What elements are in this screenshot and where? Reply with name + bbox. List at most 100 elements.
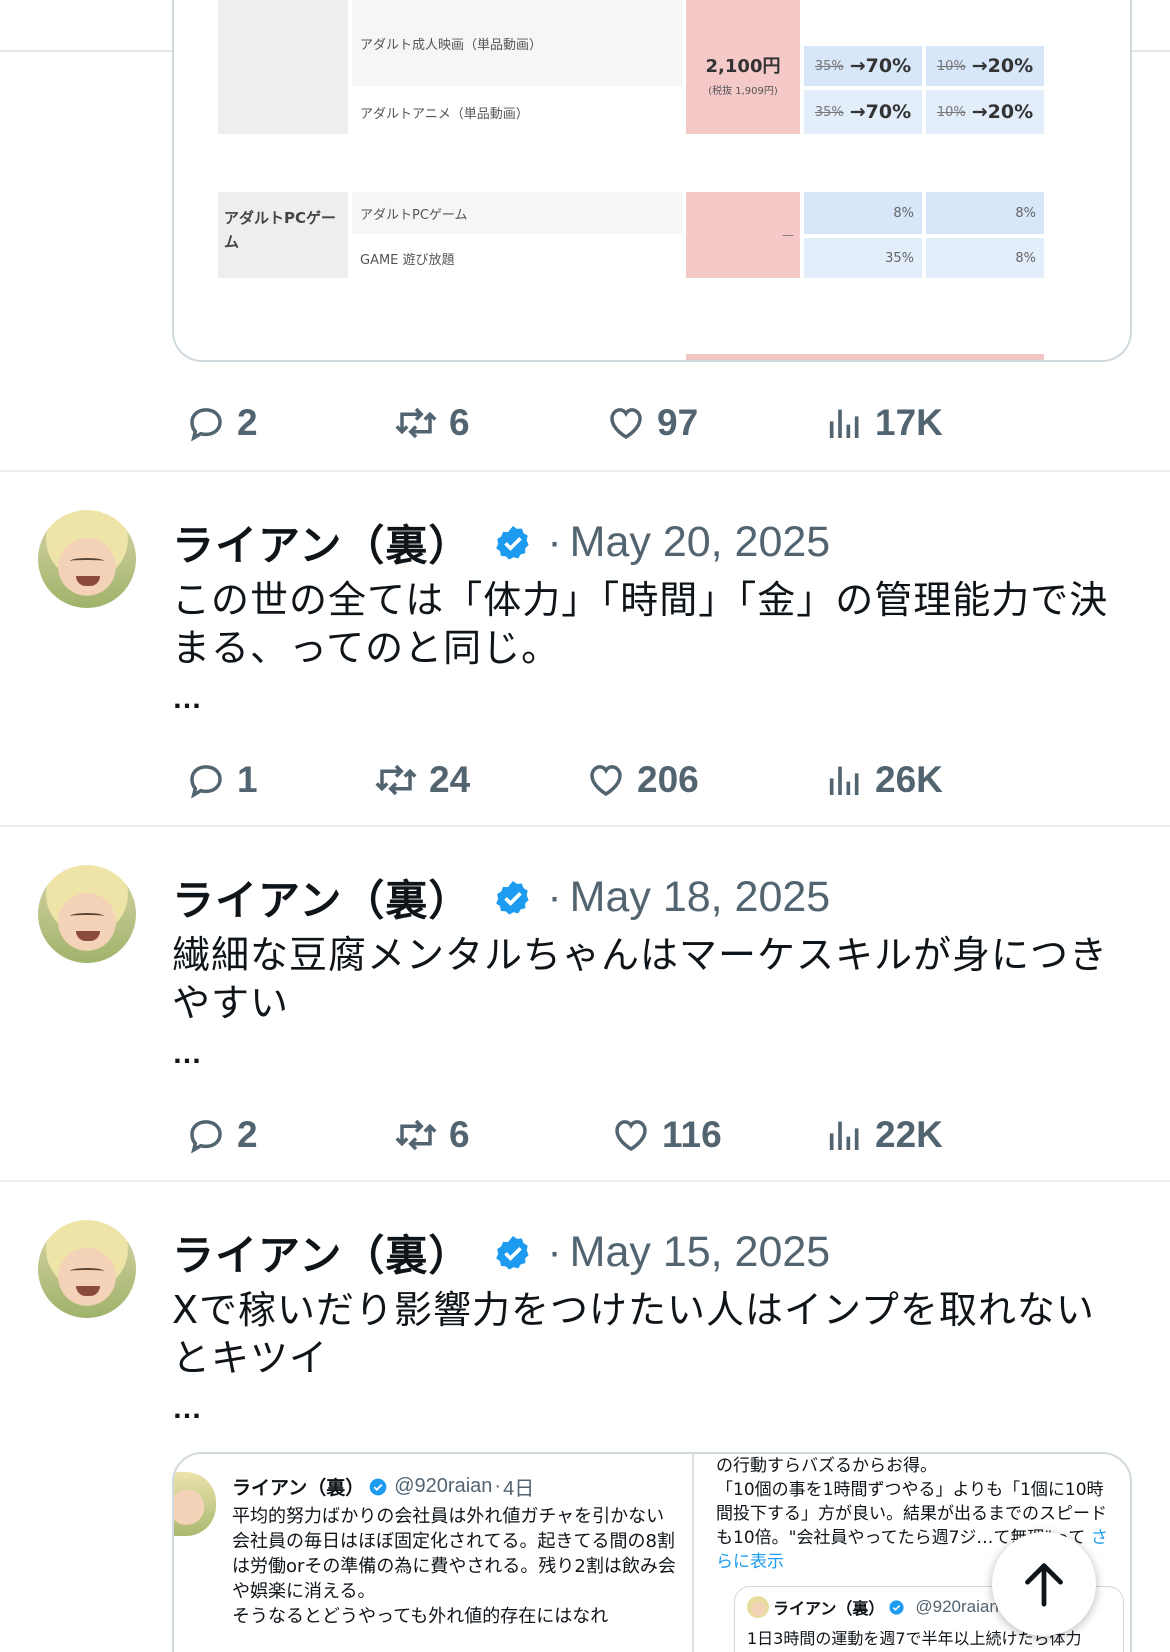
table-dash-cell: — [686,192,800,278]
views-button[interactable]: 22K [825,1114,943,1156]
avatar[interactable] [38,1220,136,1318]
views-icon [829,766,859,795]
table-row3-label: アダルトPCゲーム [352,192,682,234]
like-button[interactable]: 206 [585,759,699,801]
tweet-actions: 2 6 97 17K [185,398,1005,448]
tweet-text: Xで稼いだり影響力をつけたい人はインプを取れないとキツイ [172,1288,1095,1380]
tweet-ellipsis: … [172,1392,204,1425]
arrow-up-icon [1025,1563,1063,1607]
table-row2-rate-a: 35% → 70% [804,90,922,134]
like-button[interactable]: 97 [605,402,698,444]
tweet-text: この世の全ては「体力」「時間」「金」の管理能力で決まる、ってのと同じ。 [172,578,1109,670]
tweet-divider [0,470,1170,472]
repost-count: 6 [449,402,470,443]
new-rate: 20% [987,55,1034,77]
nested-avatar [747,1596,769,1618]
quote-avatar [174,1472,216,1536]
tweet-header: ライアン（裏） · May 15, 2025 [172,1222,830,1283]
repost-count: 24 [429,759,471,800]
tweet-date[interactable]: May 15, 2025 [570,1228,831,1277]
views-button[interactable]: 17K [825,402,943,444]
table-bottom-edge [686,354,1044,360]
arrow: → [849,101,866,123]
table-group1-cell [218,0,348,134]
quote-time: 4日 [503,1478,535,1500]
verified-icon [496,1235,529,1270]
tweet-header: ライアン（裏） · May 20, 2025 [172,512,830,573]
reply-count: 2 [237,402,258,443]
table-row1-rate-b: 10% → 20% [926,46,1044,86]
table-row1-rate-a: 35% → 70% [804,46,922,86]
repost-button[interactable]: 24 [373,759,470,801]
views-count: 22K [875,1114,943,1155]
arrow: → [849,55,866,77]
repost-button[interactable]: 6 [393,402,470,444]
table-row3-col1: 8% [804,192,922,234]
tweet-divider [0,1180,1170,1182]
reply-count: 1 [237,759,258,800]
like-icon [590,765,622,797]
tweet-actions: 2 6 116 22K [185,1110,1005,1160]
tweet-ellipsis: … [172,682,204,715]
table-row2-rate-b: 10% → 20% [926,90,1044,134]
display-name[interactable]: ライアン（裏） [172,1222,471,1283]
nested-display-name: ライアン（裏） [773,1599,885,1618]
table-row3-col2: 8% [926,192,1044,234]
nested-handle: @920raian [915,1597,999,1616]
like-count: 116 [662,1114,722,1155]
table-price: 2,100円 [705,56,781,77]
arrow: → [971,55,988,77]
scroll-to-top-button[interactable] [992,1532,1096,1636]
table-row4-col1: 35% [804,238,922,278]
quoted-media-card[interactable]: ライアン（裏） @920raian · 4日 平均的努力ばかりの会社員は外れ値ガ… [172,1452,1132,1652]
display-name[interactable]: ライアン（裏） [172,867,471,928]
views-icon [829,1121,859,1150]
avatar[interactable] [38,510,136,608]
meta-separator: · [494,1475,502,1497]
new-rate: 70% [865,101,912,123]
like-icon [610,408,642,440]
table-price-cell: 2,100円 (税抜 1,909円) [686,0,800,134]
quote-handle: @920raian [394,1475,493,1497]
views-count: 26K [875,759,943,800]
table-group2-label: アダルトPCゲーム [218,192,348,278]
tweet-actions: 1 24 206 26K [185,755,1005,805]
table-row1-label: アダルト成人映画（単品動画） [352,0,682,86]
reply-button[interactable]: 1 [185,759,258,801]
like-button[interactable]: 116 [610,1114,722,1156]
reply-icon [190,408,222,442]
tweet-date[interactable]: May 20, 2025 [570,518,831,567]
reply-count: 2 [237,1114,258,1155]
arrow: → [971,101,988,123]
meta-separator: · [547,1228,562,1276]
media-image-card[interactable]: アダルト成人映画（単品動画） アダルトアニメ（単品動画） 2,100円 (税抜 … [172,0,1132,362]
quote-display-name: ライアン（裏） [232,1477,365,1499]
avatar[interactable] [38,865,136,963]
views-icon [829,409,859,438]
reply-button[interactable]: 2 [185,1114,258,1156]
tweet-divider [0,825,1170,827]
table-row2-label: アダルトアニメ（単品動画） [360,106,529,122]
meta-separator: · [547,518,562,566]
reply-icon [190,1120,222,1154]
reply-button[interactable]: 2 [185,402,258,444]
old-rate: 35% [814,104,844,120]
tweet-header: ライアン（裏） · May 18, 2025 [172,867,830,928]
views-count: 17K [875,402,943,443]
repost-icon [395,1119,437,1151]
display-name[interactable]: ライアン（裏） [172,512,471,573]
views-button[interactable]: 26K [825,759,943,801]
old-rate: 35% [814,58,844,74]
verified-icon [496,880,529,915]
verified-icon [889,1599,904,1615]
quote-divider [692,1454,694,1652]
verified-icon [369,1478,387,1495]
old-rate: 10% [936,104,966,120]
tweet-ellipsis: … [172,1037,204,1070]
nested-quote-header: ライアン（裏） @920raian [747,1595,999,1619]
repost-button[interactable]: 6 [393,1114,470,1156]
quote-header: ライアン（裏） @920raian · 4日 [232,1472,534,1501]
tweet-date[interactable]: May 18, 2025 [570,873,831,922]
like-count: 97 [657,402,699,443]
new-rate: 20% [987,101,1034,123]
